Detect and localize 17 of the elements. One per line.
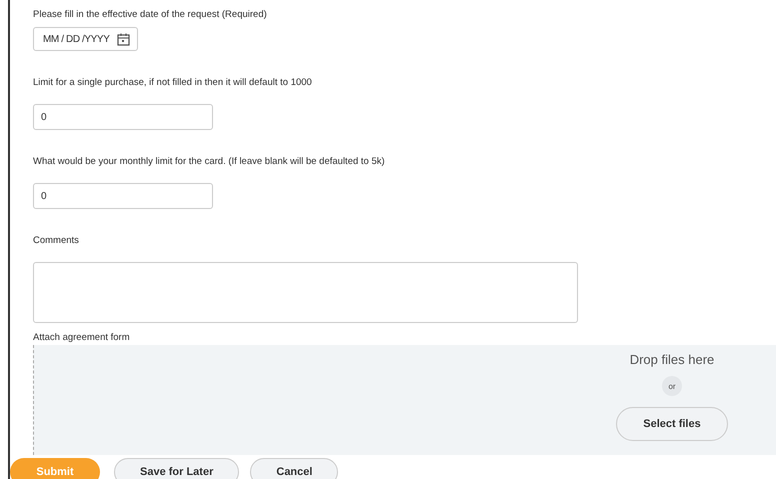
field-label: Limit for a single purchase, if not filled in then it will default to 1000 <box>33 77 312 88</box>
select-files-button[interactable]: Select files <box>616 407 728 441</box>
text-field[interactable]: 0 <box>33 104 213 130</box>
drop-zone[interactable]: Drop files here or Select files <box>33 345 776 455</box>
or-badge: or <box>662 376 682 396</box>
date-field[interactable]: MM / DD /YYYY <box>33 27 138 51</box>
comments-field[interactable] <box>33 262 578 323</box>
date-placeholder: MM / DD /YYYY <box>43 34 110 44</box>
text-field[interactable]: 0 <box>33 183 213 209</box>
calendar-icon[interactable] <box>117 32 130 46</box>
field-label: What would be your monthly limit for the card. (If leave blank will be defaulted to 5k) <box>33 156 385 167</box>
drop-text: Drop files here <box>630 352 714 367</box>
field-label: Comments <box>33 235 79 246</box>
save-button[interactable]: Save for Later <box>114 458 240 479</box>
field-label: Attach agreement form <box>33 332 130 343</box>
cancel-button[interactable]: Cancel <box>250 458 338 479</box>
field-label: Please fill in the effective date of the request (Required) <box>33 9 267 20</box>
